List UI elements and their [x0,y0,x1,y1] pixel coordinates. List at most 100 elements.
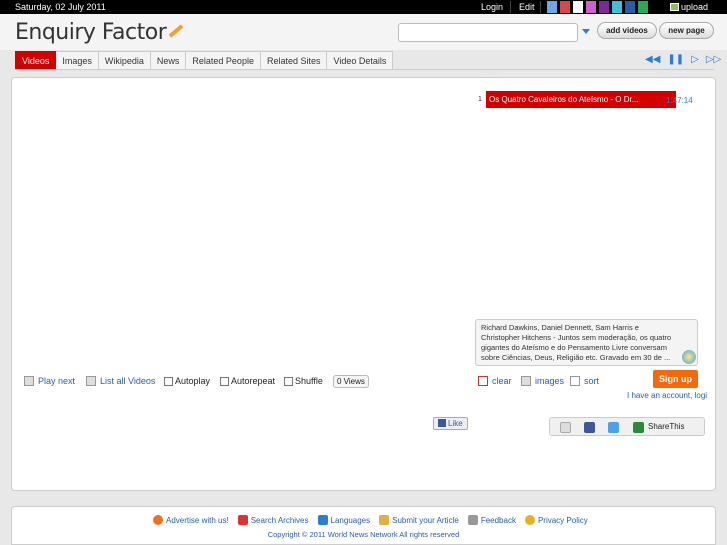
sharethis-label[interactable]: ShareThis [648,422,684,431]
clear-label: clear [492,376,512,386]
tab-related-sites[interactable]: Related Sites [260,51,328,70]
advertise-icon [153,515,163,525]
globe-icon [682,350,696,364]
advertise-label: Advertise with us! [166,515,229,525]
login-link[interactable]: Login [481,2,503,12]
shuffle-checkbox[interactable]: Shuffle [284,376,323,386]
divider [510,1,511,13]
current-date: Saturday, 02 July 2011 [15,2,106,12]
play-next-button[interactable]: Play next [24,376,75,386]
play-next-icon [24,376,34,386]
playlist-duration: 1:47:14 [666,96,693,105]
dropdown-arrow-icon[interactable] [582,29,590,34]
images-label: images [535,376,565,386]
tab-images[interactable]: Images [56,51,99,70]
upload-link[interactable]: upload [670,2,708,12]
sign-up-button[interactable]: Sign up [653,370,698,388]
facebook-like-button[interactable]: Like [433,417,468,430]
upload-icon [670,3,679,11]
submit-article-link[interactable]: Submit your Article [379,515,459,525]
tab-bar: Videos Images Wikipedia News Related Peo… [15,51,394,70]
search-input[interactable] [398,23,578,42]
email-icon[interactable] [560,422,571,433]
feedback-link[interactable]: Feedback [467,515,516,525]
new-page-button[interactable]: new page [659,22,714,39]
upload-label: upload [681,2,709,12]
theme-swatch[interactable] [560,1,570,13]
advertise-link[interactable]: Advertise with us! [153,515,229,525]
feedback-label: Feedback [480,515,516,525]
languages-label: Languages [330,515,371,525]
footer [11,506,716,545]
tab-news[interactable]: News [150,51,187,70]
site-logo[interactable]: Enquiry Factor [15,20,184,45]
theme-swatch[interactable] [586,1,596,13]
facebook-icon[interactable] [584,422,595,433]
lock-icon [524,515,535,525]
play-next-label: Play next [38,376,76,386]
list-icon [86,376,96,386]
divider [540,1,541,13]
site-title: Enquiry Factor [15,20,167,45]
privacy-policy-label: Privacy Policy [537,515,588,525]
media-controls: ◀◀ ❚❚ ▷ ▷▷ [645,55,727,65]
add-videos-button[interactable]: add videos [597,22,657,39]
tab-video-details[interactable]: Video Details [327,51,394,70]
login-link[interactable]: I have an account, logi [627,391,707,400]
sort-icon [570,376,580,386]
autorepeat-checkbox[interactable]: Autorepeat [220,376,275,386]
playlist-number: 1 [478,96,482,103]
pencil-icon [168,24,184,38]
facebook-icon [438,419,446,427]
privacy-policy-link[interactable]: Privacy Policy [524,515,588,525]
sort-button[interactable]: sort [570,376,599,386]
theme-swatch[interactable] [599,1,609,13]
theme-swatch[interactable] [547,1,557,13]
theme-swatch[interactable] [638,1,648,13]
twitter-icon[interactable] [608,422,619,433]
fast-forward-icon[interactable]: ▷▷ [706,55,721,65]
playlist-item[interactable]: Os Quatro Cavaleiros do Ateísmo - O Dr..… [486,91,676,108]
sort-label: sort [584,376,600,386]
autorepeat-label: Autorepeat [231,376,276,386]
rewind-icon[interactable]: ◀◀ [645,55,660,65]
header: Enquiry Factor add videos new page [0,14,727,50]
theme-swatch[interactable] [612,1,622,13]
theme-swatch[interactable] [625,1,635,13]
autoplay-checkbox[interactable]: Autoplay [164,376,210,386]
languages-link[interactable]: Languages [317,515,371,525]
images-button[interactable]: images [521,376,564,386]
checkbox-icon [220,376,229,386]
tab-related-people[interactable]: Related People [186,51,261,70]
clear-icon [478,376,488,386]
languages-icon [317,515,328,525]
tab-wikipedia[interactable]: Wikipedia [98,51,151,70]
grid-icon [521,376,531,386]
copyright: Copyright © 2011 World News Network All … [267,530,460,539]
tab-videos[interactable]: Videos [15,51,57,70]
sharethis-icon[interactable] [633,422,644,433]
theme-swatch[interactable] [573,1,583,13]
footer-links: Advertise with us! Search Archives Langu… [153,515,597,525]
search-archives-link[interactable]: Search Archives [237,515,309,525]
play-icon[interactable]: ▷ [691,55,699,65]
checkbox-icon [284,376,293,386]
shuffle-label: Shuffle [295,376,323,386]
top-bar: Saturday, 02 July 2011 Login Edit upload [0,0,727,14]
search-archives-label: Search Archives [250,515,309,525]
views-badge: 0 Views [333,375,369,388]
share-bar: ShareThis [549,417,705,436]
submit-article-label: Submit your Article [392,515,459,525]
like-label: Like [448,419,463,428]
edit-link[interactable]: Edit [519,2,535,12]
autoplay-label: Autoplay [175,376,211,386]
pause-icon[interactable]: ❚❚ [667,55,684,65]
checkbox-icon [164,376,173,386]
list-all-videos-button[interactable]: List all Videos [86,376,155,386]
list-all-label: List all Videos [100,376,156,386]
calendar-icon [237,515,248,525]
video-description: Richard Dawkins, Daniel Dennett, Sam Har… [475,319,698,366]
clear-button[interactable]: clear [478,376,512,386]
tab-underline [15,69,714,70]
theme-swatches [547,1,651,13]
